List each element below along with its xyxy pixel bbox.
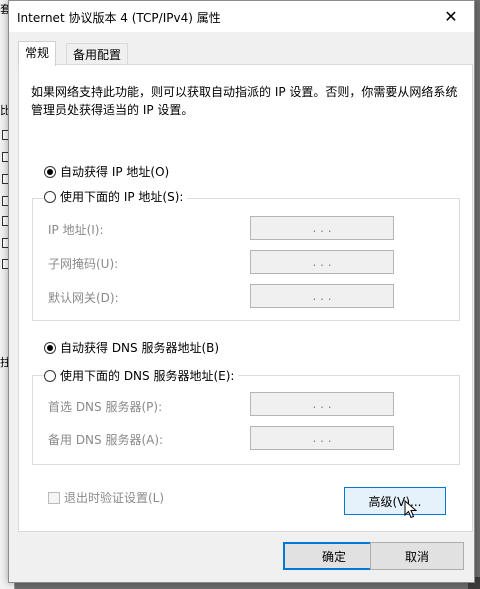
dns-group-box <box>32 375 460 465</box>
ok-button-label: 确定 <box>321 549 346 564</box>
ip-address-label: IP 地址(I): <box>48 223 104 237</box>
manual-dns-option[interactable]: 使用下面的 DNS 服务器地址(E): <box>44 367 239 384</box>
auto-dns-option[interactable]: 自动获得 DNS 服务器地址(B) <box>44 339 224 356</box>
default-gateway-label: 默认网关(D): <box>48 291 119 305</box>
subnet-mask-label: 子网掩码(U): <box>48 257 119 271</box>
subnet-mask-input[interactable]: . . . <box>250 250 394 274</box>
manual-ip-option[interactable]: 使用下面的 IP 地址(S): <box>44 188 188 205</box>
tab-general[interactable]: 常规 <box>18 41 57 66</box>
default-gateway-input[interactable]: . . . <box>250 284 394 308</box>
auto-dns-label: 自动获得 DNS 服务器地址(B) <box>60 341 220 355</box>
validate-on-exit-option[interactable]: 退出时验证设置(L) <box>48 489 164 506</box>
validate-on-exit-checkbox[interactable] <box>48 491 60 504</box>
auto-ip-option[interactable]: 自动获得 IP 地址(O) <box>44 163 174 180</box>
manual-dns-label: 使用下面的 DNS 服务器地址(E): <box>60 369 235 383</box>
tab-label: 常规 <box>25 46 50 60</box>
ip-address-input[interactable]: . . . <box>250 216 394 240</box>
preferred-dns-label: 首选 DNS 服务器(P): <box>48 400 163 414</box>
preferred-dns-input[interactable]: . . . <box>250 392 394 416</box>
mouse-cursor-icon <box>404 500 418 519</box>
validate-on-exit-label: 退出时验证设置(L) <box>64 491 165 505</box>
cancel-button[interactable]: 取消 <box>370 542 464 570</box>
title-bar[interactable]: Internet 协议版本 4 (TCP/IPv4) 属性 ✕ <box>9 1 474 32</box>
cancel-button-label: 取消 <box>404 549 429 564</box>
auto-ip-label: 自动获得 IP 地址(O) <box>60 165 170 179</box>
auto-dns-radio[interactable] <box>44 341 56 354</box>
manual-ip-radio[interactable] <box>44 190 56 203</box>
manual-dns-radio[interactable] <box>44 369 56 382</box>
manual-ip-label: 使用下面的 IP 地址(S): <box>60 190 184 204</box>
close-icon: ✕ <box>444 7 458 26</box>
window-title: Internet 协议版本 4 (TCP/IPv4) 属性 <box>17 11 221 25</box>
auto-ip-radio[interactable] <box>44 165 56 178</box>
close-button[interactable]: ✕ <box>428 1 474 32</box>
tab-label: 备用配置 <box>73 48 122 62</box>
description-text: 如果网络支持此功能，则可以获取自动指派的 IP 设置。否则，你需要从网络系统管理… <box>31 85 458 117</box>
alternate-dns-label: 备用 DNS 服务器(A): <box>48 433 164 447</box>
alternate-dns-input[interactable]: . . . <box>250 426 394 450</box>
advanced-button[interactable]: 高级(V)... <box>344 487 446 515</box>
tcpip-properties-dialog: Internet 协议版本 4 (TCP/IPv4) 属性 ✕ 常规 备用配置 … <box>8 0 475 583</box>
tab-alternate-config[interactable]: 备用配置 <box>66 43 129 66</box>
